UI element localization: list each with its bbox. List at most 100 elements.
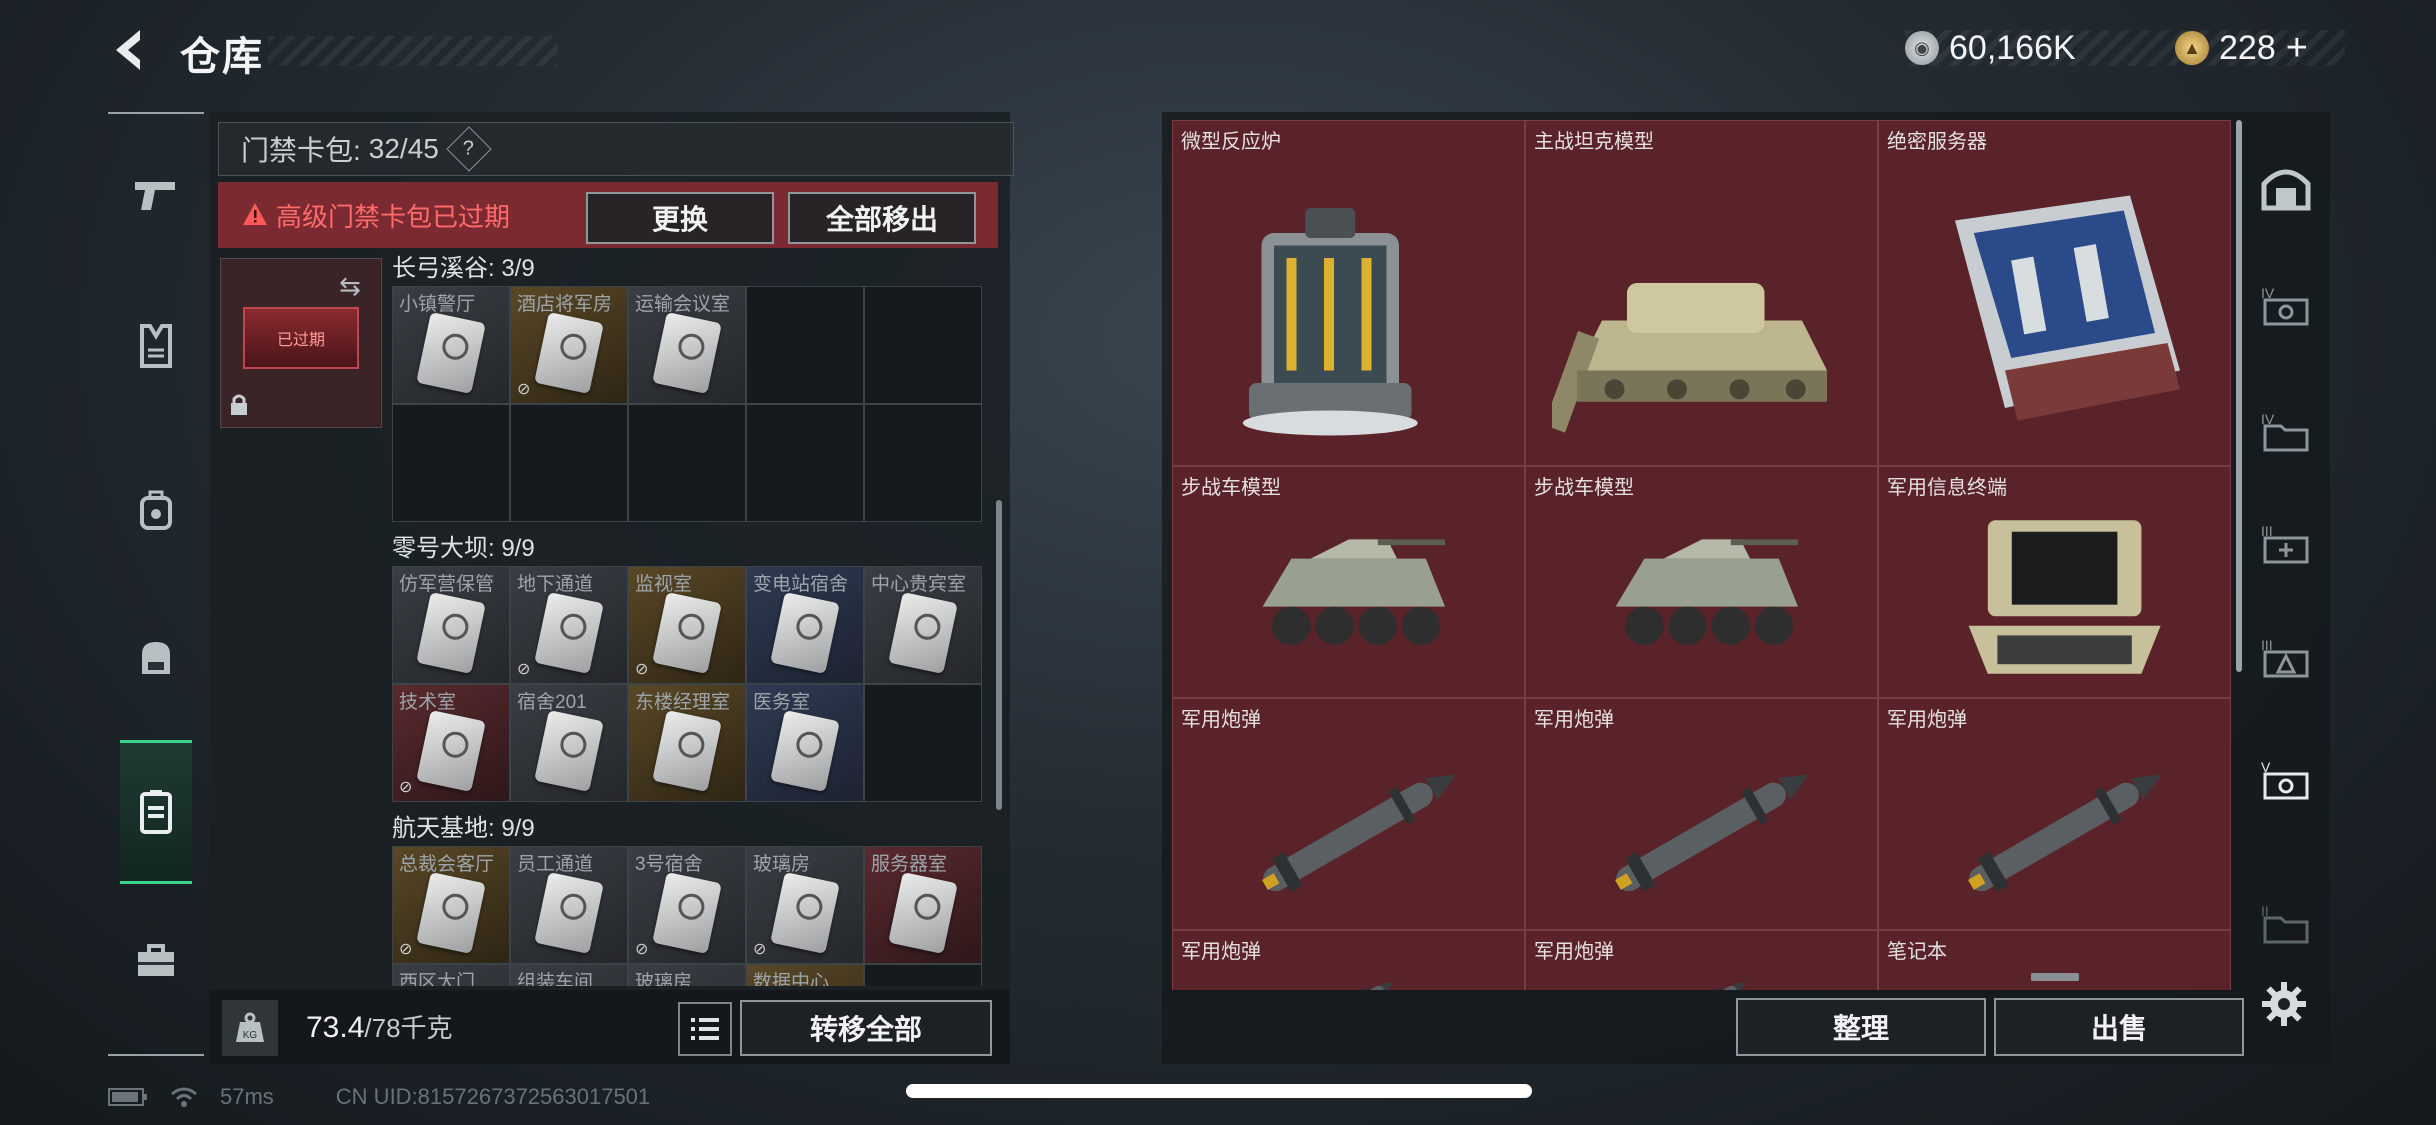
keycard-slot[interactable]: 医务室 (746, 684, 864, 802)
weight-max: /78千克 (364, 1013, 453, 1043)
remove-all-button[interactable]: 全部移出 (788, 192, 976, 244)
back-button[interactable] (106, 22, 156, 78)
keycard-grid-longbow: 小镇警厅 酒店将军房 ⊘ 运输会议室 (392, 286, 982, 522)
keycard-slot[interactable]: 3号宿舍 ⊘ (628, 846, 746, 964)
keycard-slot[interactable]: 宿舍201 (510, 684, 628, 802)
home-indicator[interactable] (906, 1084, 1532, 1098)
gold-coin-icon: ▲ (2175, 31, 2209, 65)
capacity-footer: KG 73.4/78千克 转移全部 (210, 990, 1010, 1064)
toolbox-icon (138, 944, 174, 976)
keycard-slot[interactable]: 东楼经理室 (628, 684, 746, 802)
tab-storage-iv-a[interactable]: IV (2256, 276, 2316, 336)
warehouse-item[interactable]: 军用信息终端 (1878, 466, 2231, 698)
bag-icon (142, 642, 170, 674)
keycard-icon (534, 311, 604, 395)
keycard-slot[interactable]: 数据中心 (746, 964, 864, 986)
swap-icon[interactable]: ⇆ (339, 271, 361, 302)
keycard-slot[interactable]: 玻璃房 ⊘ (746, 846, 864, 964)
warehouse-item[interactable]: 微型反应炉 (1172, 120, 1525, 466)
help-icon[interactable]: ? (446, 126, 492, 172)
keycard-label: 变电站宿舍 (753, 574, 849, 595)
item-name: 步战车模型 (1534, 477, 1634, 499)
warehouse-item[interactable]: 军用炮弹 (1525, 698, 1878, 930)
title-stripe (268, 36, 558, 66)
transfer-all-button[interactable]: 转移全部 (740, 1000, 992, 1056)
keycard-pack-panel: 门禁卡包: 32/45 ? 高级门禁卡包已过期 更换 全部移出 已过期 ⇆ 长弓… (210, 112, 1014, 1064)
tab-storage-iv-b[interactable]: IV (2256, 402, 2316, 462)
add-currency-icon[interactable]: + (2286, 27, 2308, 70)
nav-backpack[interactable] (120, 474, 192, 546)
nav-keycard-case[interactable] (120, 740, 192, 884)
sell-button[interactable]: 出售 (1994, 998, 2244, 1056)
keycard-list-scrollbar[interactable] (996, 500, 1002, 810)
tab-storage-iii-a[interactable]: III (2256, 514, 2316, 574)
currency-silver: ◉ 60,166K (1905, 24, 2076, 72)
warehouse-item[interactable]: 军用炮弹 (1172, 930, 1525, 990)
keycard-icon (534, 871, 604, 955)
settings-button[interactable] (2256, 976, 2312, 1032)
keycard-slot[interactable]: 运输会议室 (628, 286, 746, 404)
keycard-label: 仿军营保管 (399, 574, 495, 595)
empty-keycard-slot (746, 404, 864, 522)
keycard-slot[interactable]: 地下通道 ⊘ (510, 566, 628, 684)
keycard-icon (416, 591, 486, 675)
keycard-icon (534, 709, 604, 793)
armor-icon (140, 324, 172, 368)
warehouse-item[interactable]: 步战车模型 (1525, 466, 1878, 698)
tab-storage-v[interactable]: V (2256, 750, 2316, 810)
replace-button[interactable]: 更换 (586, 192, 774, 244)
warehouse-item[interactable]: 步战车模型 (1172, 466, 1525, 698)
keycard-slot[interactable]: 中心贵宾室 (864, 566, 982, 684)
tab-storage-iii-b[interactable]: III (2256, 628, 2316, 688)
tab-storage-ii[interactable]: II (2256, 894, 2316, 954)
keycard-label: 西区大门 (399, 972, 476, 986)
keycard-case-icon (140, 790, 172, 834)
storage-iii-a-icon: III (2261, 523, 2309, 564)
keycard-icon (652, 871, 722, 955)
warehouse-item[interactable]: 绝密服务器 (1878, 120, 2231, 466)
tank-icon (1552, 283, 1827, 433)
ifv-icon (1615, 539, 1798, 645)
warehouse-item[interactable]: 军用炮弹 (1525, 930, 1878, 990)
ifv-icon (1262, 539, 1445, 645)
sort-button[interactable]: 整理 (1736, 998, 1986, 1056)
currency-gold[interactable]: ▲ 228 + (2175, 24, 2308, 72)
storage-iii-b-icon: III (2261, 637, 2309, 678)
keycard-slot[interactable]: 仿军营保管 (392, 566, 510, 684)
keycard-icon (652, 311, 722, 395)
keycard-label: 服务器室 (871, 854, 948, 875)
keycard-slot[interactable]: 玻璃房 (628, 964, 746, 986)
current-keycard-pack[interactable]: 已过期 ⇆ (220, 258, 382, 428)
tab-vault[interactable] (2256, 158, 2316, 218)
warehouse-item[interactable]: 军用炮弹 (1172, 698, 1525, 930)
server-icon (1955, 195, 2180, 421)
keycard-label: 玻璃房 (753, 854, 811, 875)
empty-keycard-slot (746, 286, 864, 404)
nav-bag[interactable] (120, 620, 192, 692)
warehouse-item[interactable]: 主战坦克模型 (1525, 120, 1878, 466)
keycard-slot[interactable]: 总裁会客厅 ⊘ (392, 846, 510, 964)
keycard-slot[interactable]: 小镇警厅 (392, 286, 510, 404)
nav-armor[interactable] (120, 310, 192, 382)
keycard-slot[interactable]: 技术室 ⊘ (392, 684, 510, 802)
keycard-slot[interactable]: 酒店将军房 ⊘ (510, 286, 628, 404)
section-title-spacebase: 航天基地: 9/9 (392, 815, 535, 842)
nav-toolbox[interactable] (120, 924, 192, 996)
keycard-slot[interactable]: 服务器室 (864, 846, 982, 964)
keycard-slot[interactable]: 变电站宿舍 (746, 566, 864, 684)
keycard-slot[interactable]: 监视室 ⊘ (628, 566, 746, 684)
keycard-icon (770, 709, 840, 793)
keycard-slot[interactable]: 组装车间 (510, 964, 628, 986)
section-title-longbow: 长弓溪谷: 3/9 (392, 255, 535, 282)
keycard-slot[interactable]: 西区大门 (392, 964, 510, 986)
list-view-button[interactable] (678, 1002, 732, 1056)
keycard-icon (888, 871, 958, 955)
keycard-icon (652, 591, 722, 675)
warehouse-item[interactable]: 笔记本 (1878, 930, 2231, 990)
item-name: 军用炮弹 (1181, 941, 1261, 963)
warehouse-item[interactable]: 军用炮弹 (1878, 698, 2231, 930)
nav-weapons[interactable] (120, 160, 192, 232)
currency-gold-value: 228 (2219, 28, 2276, 67)
item-name: 步战车模型 (1181, 477, 1281, 499)
keycard-slot[interactable]: 员工通道 (510, 846, 628, 964)
